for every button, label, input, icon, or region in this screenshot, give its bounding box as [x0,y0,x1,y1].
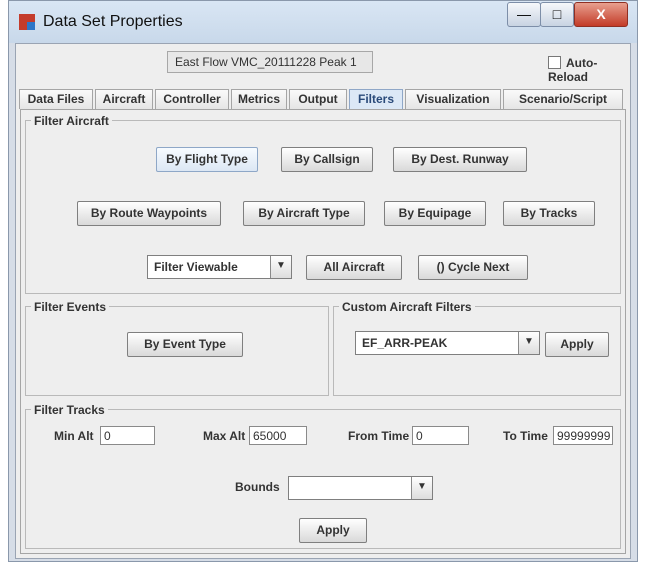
custom-aircraft-filters-group: Custom Aircraft Filters EF_ARR-PEAK ▼ Ap… [333,300,621,396]
by-route-waypoints-button[interactable]: By Route Waypoints [77,201,221,226]
tab-output[interactable]: Output [289,89,347,109]
maximize-button[interactable]: □ [540,2,574,27]
data-set-properties-window: Data Set Properties — □ X East Flow VMC_… [8,0,638,562]
custom-filter-select[interactable]: EF_ARR-PEAK ▼ [355,331,540,355]
tab-visualization[interactable]: Visualization [405,89,501,109]
close-button[interactable]: X [574,2,628,27]
max-alt-label: Max Alt [203,429,246,443]
filter-tracks-legend: Filter Tracks [31,403,108,417]
min-alt-label: Min Alt [54,429,94,443]
by-event-type-button[interactable]: By Event Type [127,332,243,357]
minimize-button[interactable]: — [507,2,541,27]
bounds-select[interactable]: ▼ [288,476,433,500]
filter-aircraft-legend: Filter Aircraft [31,114,112,128]
app-icon [19,14,35,30]
tracks-apply-button[interactable]: Apply [299,518,367,543]
custom-filters-legend: Custom Aircraft Filters [339,300,475,314]
by-callsign-button[interactable]: By Callsign [281,147,373,172]
by-equipage-button[interactable]: By Equipage [384,201,486,226]
filter-aircraft-group: Filter Aircraft By Flight Type By Callsi… [25,114,621,294]
filter-events-legend: Filter Events [31,300,110,314]
min-alt-input[interactable]: 0 [100,426,155,445]
tab-controller[interactable]: Controller [155,89,229,109]
by-tracks-button[interactable]: By Tracks [503,201,595,226]
filters-panel: Filter Aircraft By Flight Type By Callsi… [20,109,626,554]
title-bar[interactable]: Data Set Properties — □ X [9,1,637,43]
auto-reload-checkbox[interactable]: Auto-Reload [548,56,630,84]
cycle-next-button[interactable]: () Cycle Next [418,255,528,280]
client-area: East Flow VMC_20111228 Peak 1 Auto-Reloa… [15,43,631,559]
custom-filter-apply-button[interactable]: Apply [545,332,609,357]
by-flight-type-button[interactable]: By Flight Type [156,147,258,172]
custom-filter-value: EF_ARR-PEAK [362,336,448,350]
chevron-down-icon[interactable]: ▼ [518,332,539,354]
from-time-label: From Time [348,429,410,443]
window-title: Data Set Properties [43,13,183,30]
by-dest-runway-button[interactable]: By Dest. Runway [393,147,527,172]
dataset-name-field: East Flow VMC_20111228 Peak 1 [167,51,373,73]
tab-bar: Data Files Aircraft Controller Metrics O… [19,89,625,109]
all-aircraft-button[interactable]: All Aircraft [306,255,402,280]
tab-filters[interactable]: Filters [349,89,403,109]
tab-metrics[interactable]: Metrics [231,89,287,109]
checkbox-icon[interactable] [548,56,561,69]
by-aircraft-type-button[interactable]: By Aircraft Type [243,201,365,226]
bounds-label: Bounds [235,480,280,494]
chevron-down-icon[interactable]: ▼ [270,256,291,278]
from-time-input[interactable]: 0 [412,426,469,445]
filter-events-group: Filter Events By Event Type [25,300,329,396]
tab-scenario-script[interactable]: Scenario/Script [503,89,623,109]
to-time-input[interactable]: 99999999 [553,426,613,445]
chevron-down-icon[interactable]: ▼ [411,477,432,499]
filter-tracks-group: Filter Tracks Min Alt 0 Max Alt 65000 Fr… [25,403,621,549]
tab-data-files[interactable]: Data Files [19,89,93,109]
tab-aircraft[interactable]: Aircraft [95,89,153,109]
filter-viewable-select[interactable]: Filter Viewable ▼ [147,255,292,279]
filter-viewable-value: Filter Viewable [154,260,238,274]
to-time-label: To Time [503,429,548,443]
max-alt-input[interactable]: 65000 [249,426,307,445]
